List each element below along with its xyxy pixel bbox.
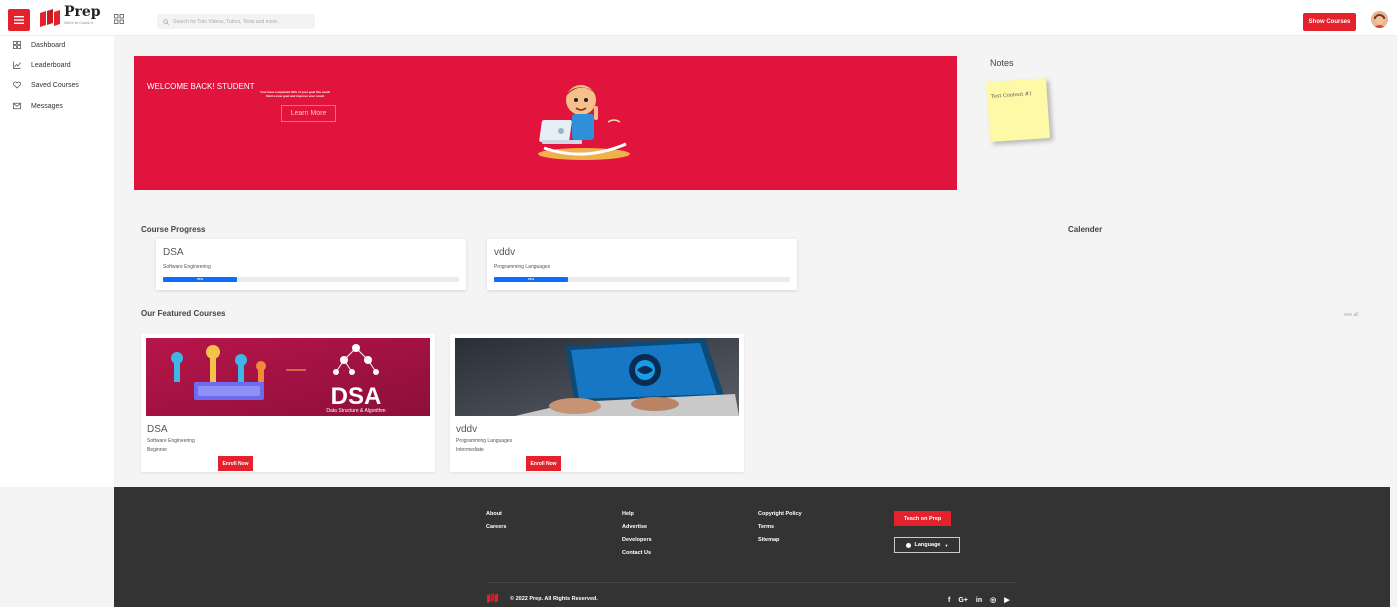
featured-card-vddv[interactable]: vddv Programming Languages Intermediate … <box>450 334 744 472</box>
progress-course-name: vddv <box>494 247 516 258</box>
footer-link-advertise[interactable]: Advertise <box>622 524 647 530</box>
thumbnail-dsa-title: DSA <box>331 383 382 410</box>
instagram-icon[interactable]: ◎ <box>990 596 996 604</box>
youtube-icon[interactable]: ▶ <box>1004 596 1009 604</box>
course-category: Programming Languages <box>456 438 513 444</box>
progress-bar: 25% <box>494 277 790 282</box>
apps-grid-icon[interactable] <box>114 14 124 24</box>
logo-tagline: Get it to Crack it <box>64 20 93 25</box>
sidebar-item-leaderboard[interactable]: Leaderboard <box>13 59 71 71</box>
footer-divider <box>487 582 1017 583</box>
calendar-title: Calender <box>1068 225 1103 234</box>
teach-on-prep-button[interactable]: Teach on Prep <box>894 511 951 526</box>
progress-bar: 25% <box>163 277 459 282</box>
course-name: vddv <box>456 424 478 435</box>
language-dropdown[interactable]: Language ▼ <box>894 537 960 553</box>
featured-card-dsa[interactable]: DSA Data Structure & Algorithm DSA Softw… <box>141 334 435 472</box>
sidebar-item-messages[interactable]: Messages <box>13 100 63 112</box>
mail-icon <box>13 102 21 110</box>
footer-link-help[interactable]: Help <box>622 511 634 517</box>
progress-course-category: Programming Languages <box>494 264 551 270</box>
copyright-text: © 2022 Prep. All Rights Reserved. <box>510 596 598 602</box>
see-all-link[interactable]: see all <box>1344 312 1358 318</box>
progress-course-category: Software Engineering <box>163 264 211 270</box>
enroll-now-button[interactable]: Enroll Now <box>218 456 253 471</box>
footer-link-sitemap[interactable]: Sitemap <box>758 537 779 543</box>
course-progress-title: Course Progress <box>141 225 206 234</box>
search-input[interactable] <box>173 18 315 25</box>
sidebar-item-label: Leaderboard <box>31 61 71 69</box>
progress-card-dsa[interactable]: DSA Software Engineering 25% <box>156 239 466 290</box>
globe-icon <box>905 542 911 548</box>
social-links: f G+ in ◎ ▶ <box>948 596 1018 605</box>
prep-logo[interactable]: Prep Get it to Crack it <box>40 5 101 31</box>
google-plus-icon[interactable]: G+ <box>958 597 968 604</box>
search-bar <box>157 14 315 29</box>
search-icon <box>163 18 169 25</box>
progress-course-name: DSA <box>163 247 184 258</box>
sticky-note[interactable]: Test Content #1 <box>985 77 1051 143</box>
linkedin-icon[interactable]: in <box>976 597 982 604</box>
enroll-now-button[interactable]: Enroll Now <box>526 456 561 471</box>
chart-line-icon <box>13 61 21 69</box>
footer-link-copyright-policy[interactable]: Copyright Policy <box>758 511 802 517</box>
show-courses-button[interactable]: Show Courses <box>1303 13 1356 31</box>
footer-link-careers[interactable]: Careers <box>486 524 507 530</box>
heart-icon <box>13 81 21 89</box>
course-level: Intermediate <box>456 447 484 453</box>
student-laptop-illustration <box>538 85 630 160</box>
user-avatar[interactable] <box>1371 11 1388 28</box>
footer-link-terms[interactable]: Terms <box>758 524 774 530</box>
facebook-icon[interactable]: f <box>948 597 950 604</box>
sticky-note-text: Test Content #1 <box>990 90 1033 100</box>
course-thumbnail: DSA Data Structure & Algorithm <box>146 338 430 416</box>
thumbnail-dsa-subtitle: Data Structure & Algorithm <box>326 408 385 414</box>
welcome-banner: WELCOME BACK! STUDENT Your have complete… <box>134 56 957 190</box>
footer-link-about[interactable]: About <box>486 511 502 517</box>
dsa-thumbnail-image: DSA Data Structure & Algorithm <box>146 338 430 416</box>
footer-logo-icon <box>487 593 498 603</box>
progress-bar-fill: 25% <box>494 277 568 282</box>
footer: About Careers Help Advertise Developers … <box>114 487 1390 607</box>
language-label: Language <box>914 542 941 548</box>
sidebar-item-label: Saved Courses <box>31 81 79 89</box>
sidebar-item-label: Dashboard <box>31 41 66 49</box>
welcome-subtext: Your have completed 60% of your goal thi… <box>260 90 330 98</box>
avatar-icon <box>1371 11 1388 28</box>
logo-name: Prep <box>64 4 101 20</box>
notes-title: Notes <box>990 58 1014 68</box>
course-name: DSA <box>147 424 168 435</box>
sidebar-item-label: Messages <box>31 102 63 110</box>
prep-logo-icon <box>40 9 60 27</box>
featured-courses-title: Our Featured Courses <box>141 309 226 318</box>
course-thumbnail <box>455 338 739 416</box>
welcome-heading: WELCOME BACK! STUDENT <box>147 82 255 91</box>
sidebar-item-dashboard[interactable]: Dashboard <box>13 39 65 51</box>
chevron-down-icon: ▼ <box>944 542 949 548</box>
grid-icon <box>13 41 21 49</box>
sidebar: Dashboard Leaderboard Saved Courses Mess… <box>0 36 114 487</box>
top-navbar: Prep Get it to Crack it Show Courses <box>0 0 1397 36</box>
course-level: Beginner <box>147 447 168 453</box>
learn-more-button[interactable]: Learn More <box>281 105 336 122</box>
progress-bar-fill: 25% <box>163 277 237 282</box>
footer-link-contact-us[interactable]: Contact Us <box>622 550 651 556</box>
course-category: Software Engineering <box>147 438 195 444</box>
sidebar-item-saved-courses[interactable]: Saved Courses <box>13 79 79 91</box>
hamburger-icon <box>14 16 24 24</box>
hamburger-menu-button[interactable] <box>8 9 30 31</box>
laptop-thumbnail-image <box>455 338 739 416</box>
footer-link-developers[interactable]: Developers <box>622 537 652 543</box>
progress-card-vddv[interactable]: vddv Programming Languages 25% <box>487 239 797 290</box>
welcome-subtext-line2: Start a new goal and improve your result <box>266 94 325 99</box>
